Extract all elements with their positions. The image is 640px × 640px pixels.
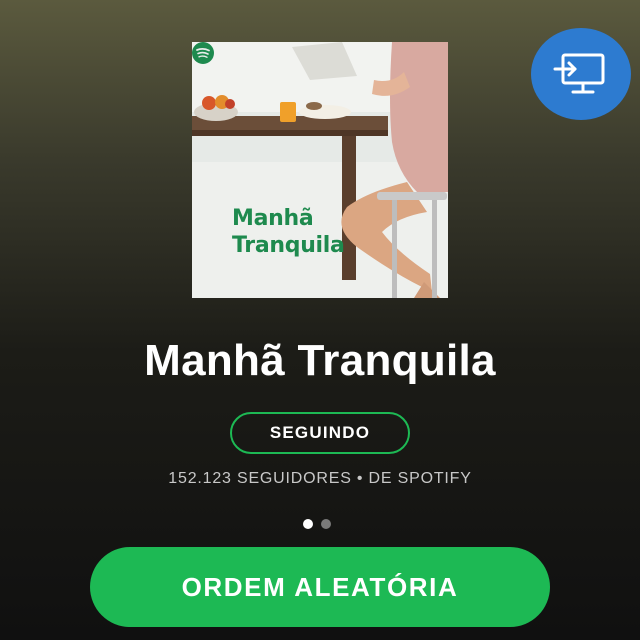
playlist-title: Manhã Tranquila — [144, 336, 496, 385]
page-indicator — [303, 519, 331, 529]
shuffle-play-button[interactable]: ORDEM ALEATÓRIA — [90, 547, 550, 627]
cast-to-device-icon — [553, 53, 605, 94]
followers-meta: 152.123 SEGUIDORES • DE SPOTIFY — [168, 470, 472, 487]
cover-title-line2: Tranquila — [232, 233, 345, 258]
spotify-logo-icon — [192, 42, 214, 64]
page-dot-active — [303, 519, 313, 529]
playlist-cover: Manhã Tranquila — [192, 42, 448, 298]
cover-title-line1: Manhã — [232, 206, 314, 231]
cast-button[interactable] — [531, 28, 631, 120]
cover-title: Manhã Tranquila — [232, 205, 362, 259]
following-button[interactable]: SEGUINDO — [230, 412, 410, 454]
cover-photo — [192, 42, 448, 298]
page-dot-inactive — [321, 519, 331, 529]
